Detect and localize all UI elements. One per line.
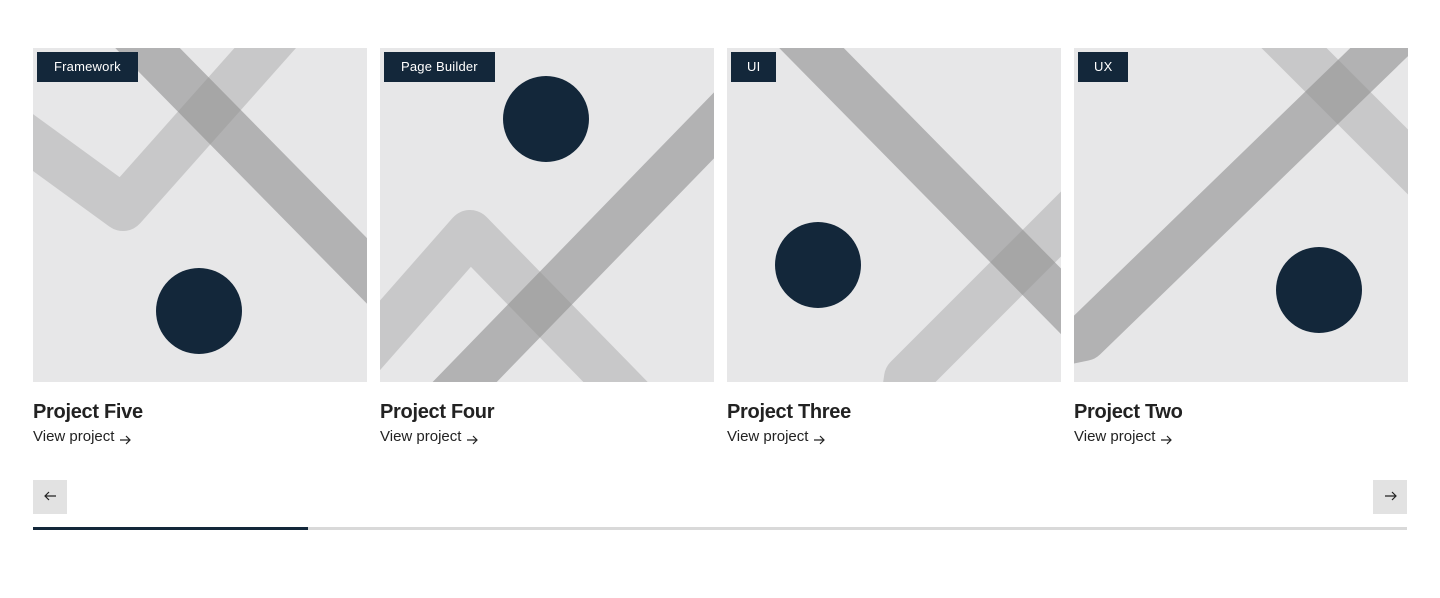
circle-shape	[775, 222, 861, 308]
view-project-label: View project	[727, 428, 809, 445]
project-thumbnail[interactable]: UX	[1074, 48, 1408, 382]
project-carousel: Framework Project Five View project Page…	[33, 48, 1408, 530]
category-tag: UX	[1078, 52, 1129, 82]
circle-shape	[156, 268, 242, 354]
project-title: Project Four	[380, 401, 495, 423]
scroll-progress-fill	[33, 527, 308, 530]
circle-shape	[1276, 247, 1362, 333]
arrow-right-icon	[1160, 431, 1173, 445]
arrow-right-icon	[1384, 490, 1397, 505]
thumbnail-illustration	[33, 48, 367, 354]
thumbnail-illustration	[1074, 48, 1408, 364]
project-card[interactable]: Framework Project Five View project	[33, 48, 367, 448]
view-project-label: View project	[33, 428, 115, 445]
carousel-controls	[33, 480, 1407, 514]
arrow-left-icon	[43, 490, 57, 505]
view-project-label: View project	[380, 428, 462, 445]
arrow-right-icon	[466, 431, 479, 445]
view-project-link[interactable]: View project	[33, 426, 132, 448]
project-title: Project Two	[1074, 401, 1183, 423]
view-project-link[interactable]: View project	[1074, 426, 1173, 448]
circle-shape	[503, 76, 589, 162]
category-tag: UI	[731, 52, 777, 82]
view-project-link[interactable]: View project	[380, 426, 479, 448]
project-title: Project Three	[727, 401, 851, 423]
project-card[interactable]: UX Project Two View project	[1074, 48, 1408, 448]
view-project-link[interactable]: View project	[727, 426, 826, 448]
project-card[interactable]: Page Builder Project Four View project	[380, 48, 714, 448]
arrow-right-icon	[119, 431, 132, 445]
view-project-label: View project	[1074, 428, 1156, 445]
previous-button[interactable]	[33, 480, 67, 514]
card-list: Framework Project Five View project Page…	[33, 48, 1408, 448]
category-tag: Framework	[37, 52, 138, 82]
thumbnail-illustration	[775, 48, 1061, 382]
project-thumbnail[interactable]: Framework	[33, 48, 367, 382]
project-title: Project Five	[33, 401, 143, 423]
project-card[interactable]: UI Project Three View project	[727, 48, 1061, 448]
category-tag: Page Builder	[384, 52, 495, 82]
project-thumbnail[interactable]: Page Builder	[380, 48, 714, 382]
project-thumbnail[interactable]: UI	[727, 48, 1061, 382]
scroll-progress-track[interactable]	[33, 527, 1407, 530]
next-button[interactable]	[1373, 480, 1407, 514]
thumbnail-illustration	[380, 76, 714, 382]
arrow-right-icon	[813, 431, 826, 445]
